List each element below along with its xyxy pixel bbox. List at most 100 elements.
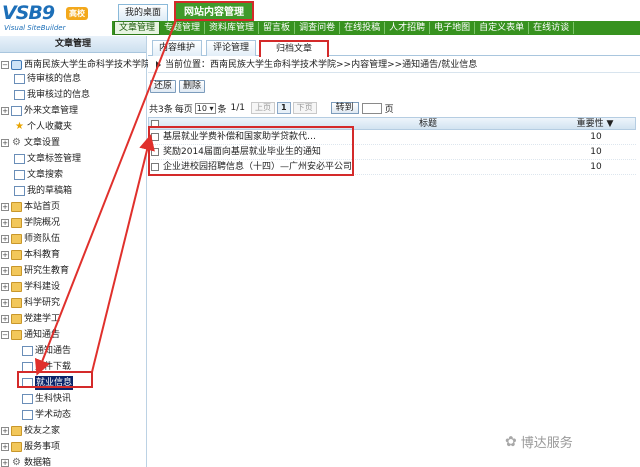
tree-item-label: 学院概况 [24, 218, 61, 228]
tree-item-notices[interactable]: 通知通告 [22, 344, 71, 358]
action-toolbar: 还原 删除 [148, 80, 206, 94]
expand-icon[interactable]: + [1, 107, 9, 115]
folder-open-icon [11, 330, 22, 340]
per-page-label: 每页 [174, 104, 193, 115]
goto-page-button[interactable]: 转到 [330, 102, 359, 114]
page-suffix: 页 [384, 104, 394, 115]
restore-button[interactable]: 还原 [150, 80, 177, 93]
per-page-select[interactable]: 10 ▾ [194, 102, 216, 114]
nav-item-article-management[interactable]: 文章管理 [114, 21, 161, 35]
tag-icon [14, 154, 25, 164]
highlight-box-selected-node [17, 371, 93, 388]
tree-item-data-box[interactable]: + ⚙ 数据箱 [1, 456, 51, 467]
nav-item-interview[interactable]: 在线访谈 [529, 22, 575, 34]
search-icon [14, 170, 25, 180]
expand-icon[interactable]: + [1, 459, 9, 467]
tree-item-alumni[interactable]: + 校友之家 [1, 424, 60, 438]
folder-icon [11, 442, 22, 452]
tree-item-party-student[interactable]: + 党建学工 [1, 312, 60, 326]
logo-text: VSB9 [2, 2, 55, 24]
nav-item-library-management[interactable]: 资料库管理 [205, 22, 260, 34]
tree-item-external-articles[interactable]: + 外来文章管理 [1, 104, 78, 118]
expand-icon[interactable]: + [1, 267, 9, 275]
tree-root[interactable]: − 西南民族大学生命科学技术学院 [1, 58, 150, 72]
nav-item-topic-management[interactable]: 专题管理 [160, 22, 206, 34]
tab-archived-articles[interactable]: 归档文章 [259, 40, 329, 57]
nav-item-custom-form[interactable]: 自定义表单 [475, 22, 530, 34]
nav-item-map[interactable]: 电子地图 [430, 22, 476, 34]
tab-comment-management[interactable]: 评论管理 [206, 40, 256, 56]
module-nav-bar: 文章管理 专题管理 资料库管理 留言板 调查问卷 在线投稿 人才招聘 电子地图 … [112, 21, 640, 35]
expand-icon[interactable]: + [1, 283, 9, 291]
nav-item-survey[interactable]: 调查问卷 [295, 22, 341, 34]
main-panel: 内容维护 评论管理 归档文章 当前位置：西南民族大学生命科学技术学院>>内容管理… [148, 36, 640, 467]
tree-item-academic[interactable]: 学术动态 [22, 408, 71, 422]
tree-item-label: 科学研究 [24, 298, 61, 308]
expand-icon[interactable]: + [1, 203, 9, 211]
tree-item-label: 个人收藏夹 [27, 122, 73, 132]
tree-item-label: 本站首页 [24, 202, 61, 212]
tree-item-article-settings[interactable]: + ⚙ 文章设置 [1, 136, 60, 150]
tree-item-favorites[interactable]: ★ 个人收藏夹 [14, 120, 72, 134]
tree-item-news-flash[interactable]: 生科快讯 [22, 392, 71, 406]
tab-site-content-management[interactable]: 网站内容管理 [174, 1, 254, 21]
row-importance: 10 [590, 147, 602, 157]
tree-item-notices-folder[interactable]: − 通知通告 [1, 328, 60, 342]
expand-icon[interactable]: + [1, 315, 9, 323]
nav-item-message-board[interactable]: 留言板 [259, 22, 296, 34]
tab-my-desktop[interactable]: 我的桌面 [118, 4, 168, 21]
delete-button[interactable]: 删除 [179, 80, 206, 93]
nav-item-recruitment[interactable]: 人才招聘 [385, 22, 431, 34]
tree-item-graduate[interactable]: + 研究生教育 [1, 264, 69, 278]
expand-icon[interactable]: + [1, 235, 9, 243]
tree-item-services[interactable]: + 服务事项 [1, 440, 60, 454]
expand-icon[interactable]: + [1, 139, 9, 147]
goto-page-input[interactable] [361, 102, 382, 114]
tree-item-article-search[interactable]: 文章搜索 [14, 168, 63, 182]
expand-icon[interactable]: + [1, 427, 9, 435]
collapse-icon[interactable]: − [1, 331, 9, 339]
folder-icon [11, 282, 22, 292]
tree-item-drafts[interactable]: 我的草稿箱 [14, 184, 72, 198]
breadcrumb-text: 当前位置：西南民族大学生命科学技术学院>>内容管理>>通知通告/就业信息 [165, 59, 478, 70]
tree-item-label: 文章标签管理 [27, 154, 82, 164]
tree-item-label: 外来文章管理 [24, 106, 79, 116]
draft-icon [14, 186, 25, 196]
tree-item-label: 本科教育 [24, 250, 61, 260]
tree-item-faculty[interactable]: + 师资队伍 [1, 232, 60, 246]
folder-icon [11, 266, 22, 276]
gear-icon: ⚙ [12, 457, 21, 467]
wechat-icon: ✿ [505, 433, 517, 450]
tree-item-college-overview[interactable]: + 学院概况 [1, 216, 60, 230]
nav-item-submission[interactable]: 在线投稿 [340, 22, 386, 34]
tree-item-pending-review[interactable]: 待审核的信息 [14, 72, 81, 86]
tree-item-label: 党建学工 [24, 314, 61, 324]
watermark: ✿ 博达服务 [505, 432, 573, 452]
tree-item-tag-management[interactable]: 文章标签管理 [14, 152, 81, 166]
folder-icon [11, 426, 22, 436]
tree-item-homepage[interactable]: + 本站首页 [1, 200, 60, 214]
current-page-number[interactable]: 1 [277, 102, 291, 114]
tree-item-research[interactable]: + 科学研究 [1, 296, 60, 310]
row-importance: 10 [590, 162, 602, 172]
expand-icon[interactable]: + [1, 443, 9, 451]
expand-icon[interactable]: + [1, 299, 9, 307]
column-header-importance[interactable]: 重要性 ▼ [555, 118, 635, 129]
folder-icon [11, 218, 22, 228]
tree-item-label: 师资队伍 [24, 234, 61, 244]
tree-item-undergrad[interactable]: + 本科教育 [1, 248, 60, 262]
collapse-icon[interactable]: − [1, 61, 9, 69]
prev-page-button[interactable]: 上页 [251, 102, 275, 114]
tree-item-discipline[interactable]: + 学科建设 [1, 280, 60, 294]
row-importance: 10 [590, 132, 602, 142]
content-tabs: 内容维护 评论管理 归档文章 [148, 36, 640, 57]
tab-content-maintenance[interactable]: 内容维护 [152, 40, 202, 56]
next-page-button[interactable]: 下页 [292, 102, 317, 114]
tree-item-reviewed[interactable]: 我审核过的信息 [14, 88, 90, 102]
expand-icon[interactable]: + [1, 219, 9, 227]
document-icon [22, 410, 33, 420]
expand-icon[interactable]: + [1, 251, 9, 259]
tree-item-label: 我的草稿箱 [27, 186, 73, 196]
highlight-box-rows [148, 126, 354, 176]
page-info: 1/1 [230, 103, 245, 113]
